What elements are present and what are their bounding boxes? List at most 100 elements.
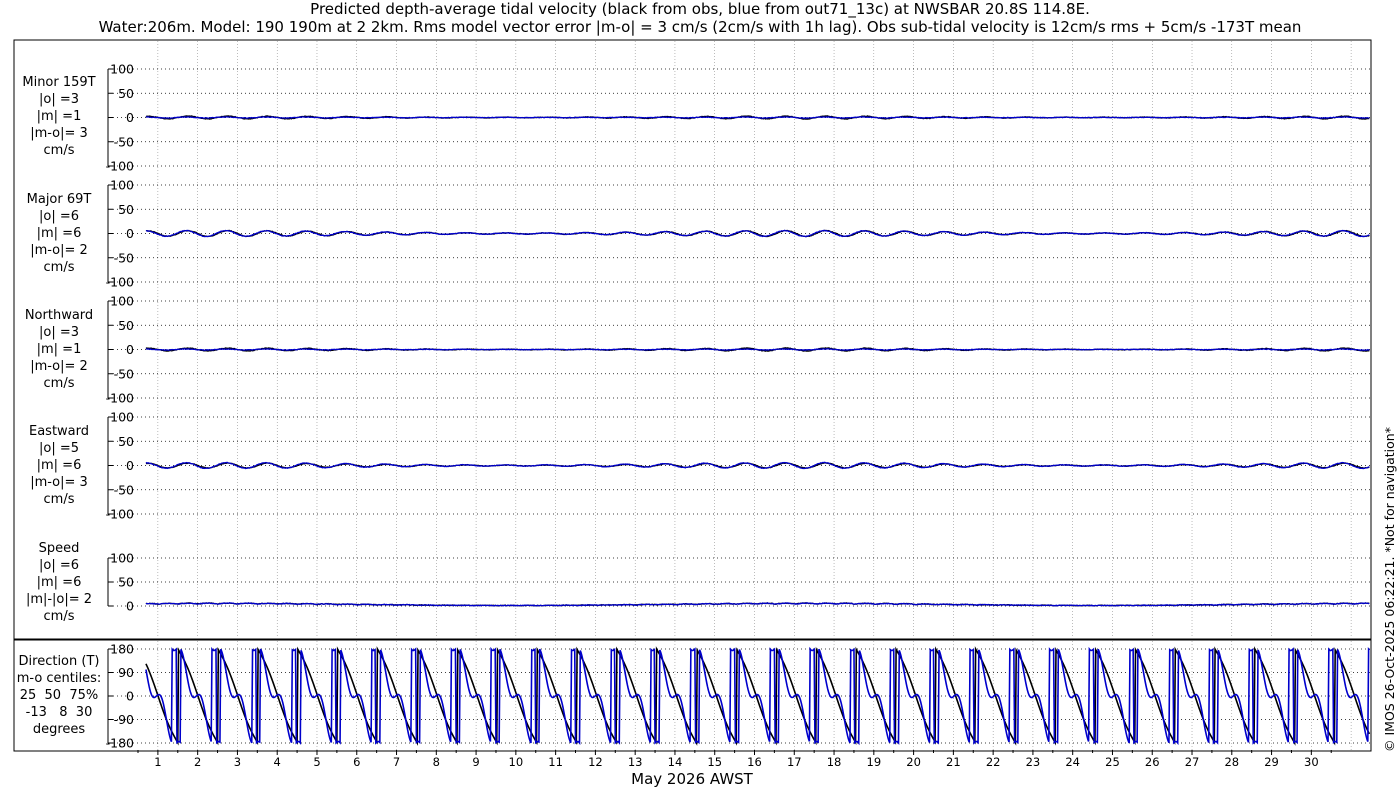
panel-label-line: |m-o|= 3 — [30, 126, 88, 141]
x-tick-label: 24 — [1065, 755, 1080, 769]
upper-frame — [13, 39, 1372, 640]
x-tick-label: 19 — [867, 755, 882, 769]
panel-label-line: Minor 159T — [22, 75, 96, 90]
x-tick-label: 25 — [1105, 755, 1120, 769]
x-tick-label: 9 — [472, 755, 479, 769]
y-tick-label: 50 — [118, 318, 134, 333]
panel-label-line: |m| =6 — [36, 575, 82, 590]
y-tick-label: 100 — [110, 551, 134, 566]
panel-label-minor: Minor 159T |o| =3 |m| =1 |m-o|= 3 cm/s — [13, 74, 105, 159]
panel-label-line: cm/s — [43, 143, 75, 158]
x-tick-label: 22 — [986, 755, 1001, 769]
x-tick-label: 13 — [628, 755, 643, 769]
x-tick-label: 17 — [787, 755, 802, 769]
y-tick-label: 50 — [118, 575, 134, 590]
panel-label-line: degrees — [32, 722, 86, 737]
panel-label-line: m-o centiles: — [16, 671, 102, 686]
x-tick-label: 10 — [509, 755, 524, 769]
panel-label-line: cm/s — [43, 376, 75, 391]
x-tick-label: 7 — [393, 755, 400, 769]
x-tick-label: 27 — [1185, 755, 1200, 769]
panel-label-line: |m| =6 — [36, 226, 82, 241]
x-tick-label: 1 — [154, 755, 161, 769]
copyright-notice: © IMOS 26-Oct-2025 06:22:21. *Not for na… — [1382, 427, 1397, 752]
y-tick-label: -50 — [114, 134, 134, 149]
panel-label-line: |m-o|= 2 — [30, 243, 88, 258]
y-tick-label: 50 — [118, 86, 134, 101]
y-tick-label: -50 — [114, 250, 134, 265]
y-tick-label: -100 — [106, 507, 134, 522]
y-tick-label: -100 — [106, 275, 134, 290]
panel-label-major: Major 69T |o| =6 |m| =6 |m-o|= 2 cm/s — [13, 191, 105, 276]
x-tick-label: 11 — [548, 755, 563, 769]
x-tick-label: 2 — [194, 755, 201, 769]
panel-label-line: cm/s — [43, 260, 75, 275]
panel-label-north: Northward |o| =3 |m| =1 |m-o|= 2 cm/s — [13, 307, 105, 392]
y-tick-label: 0 — [126, 226, 134, 241]
series-line-north-model — [145, 348, 1370, 352]
y-tick-label: 50 — [118, 434, 134, 449]
x-tick-label: 29 — [1264, 755, 1279, 769]
y-tick-label: 90 — [118, 665, 134, 680]
y-tick-label: 100 — [110, 410, 134, 425]
x-tick-label: 6 — [353, 755, 360, 769]
y-tick-label: 180 — [110, 642, 134, 657]
x-tick-label: 15 — [707, 755, 722, 769]
panel-label-line: -13 8 30 — [25, 705, 93, 720]
panel-label-line: |o| =3 — [38, 325, 79, 340]
panel-label-line: |m-o|= 3 — [30, 475, 88, 490]
panel-label-line: Speed — [38, 541, 80, 556]
panel-label-line: |o| =6 — [38, 209, 79, 224]
y-tick-label: -100 — [106, 159, 134, 174]
x-tick-label: 5 — [313, 755, 320, 769]
y-tick-label: 100 — [110, 178, 134, 193]
tidal-velocity-figure: Predicted depth-average tidal velocity (… — [0, 0, 1400, 800]
y-tick-label: 50 — [118, 202, 134, 217]
y-tick-label: 0 — [126, 599, 134, 614]
x-axis-label: May 2026 AWST — [631, 770, 754, 788]
panel-label-line: Eastward — [28, 424, 90, 439]
plot-area: 100500-50-100100500-50-100100500-50-1001… — [13, 39, 1372, 788]
x-tick-label: 16 — [747, 755, 762, 769]
y-tick-label: -50 — [114, 482, 134, 497]
panel-label-east: Eastward |o| =5 |m| =6 |m-o|= 3 cm/s — [13, 423, 105, 508]
panel-label-direction: Direction (T) m-o centiles: 25 50 75% -13 8… — [13, 653, 105, 738]
x-tick-label: 12 — [588, 755, 603, 769]
panel-label-line: |m| =6 — [36, 458, 82, 473]
y-tick-label: -50 — [114, 366, 134, 381]
panel-label-line: Major 69T — [26, 192, 92, 207]
x-tick-label: 23 — [1026, 755, 1041, 769]
panel-label-line: |m| =1 — [36, 109, 82, 124]
panel-label-line: |m-o|= 2 — [30, 359, 88, 374]
y-tick-label: -100 — [106, 391, 134, 406]
y-tick-label: 100 — [110, 294, 134, 309]
x-tick-label: 4 — [274, 755, 281, 769]
panel-label-line: |o| =6 — [38, 558, 79, 573]
x-tick-label: 21 — [946, 755, 961, 769]
panel-label-line: cm/s — [43, 609, 75, 624]
panel-label-line: cm/s — [43, 492, 75, 507]
x-tick-label: 26 — [1145, 755, 1160, 769]
x-tick-label: 20 — [906, 755, 921, 769]
panel-label-line: Direction (T) — [18, 654, 100, 669]
y-tick-label: -90 — [114, 712, 134, 727]
panel-label-line: |m| =1 — [36, 342, 82, 357]
panel-label-line: |o| =5 — [38, 441, 79, 456]
x-tick-label: 28 — [1224, 755, 1239, 769]
x-tick-label: 30 — [1304, 755, 1319, 769]
panel-label-line: |m|-|o|= 2 — [25, 592, 93, 607]
x-tick-label: 8 — [433, 755, 440, 769]
y-tick-label: 0 — [126, 689, 134, 704]
x-tick-label: 18 — [827, 755, 842, 769]
panel-label-line: Northward — [24, 308, 94, 323]
x-tick-label: 14 — [668, 755, 683, 769]
panel-label-speed: Speed |o| =6 |m| =6 |m|-|o|= 2 cm/s — [13, 540, 105, 625]
y-tick-label: 100 — [110, 62, 134, 77]
panel-label-line: |o| =3 — [38, 92, 79, 107]
y-tick-label: 0 — [126, 458, 134, 473]
panel-label-line: 25 50 75% — [19, 688, 99, 703]
y-tick-label: -180 — [106, 736, 134, 751]
y-tick-label: 0 — [126, 342, 134, 357]
y-tick-label: 0 — [126, 110, 134, 125]
x-tick-label: 3 — [234, 755, 241, 769]
